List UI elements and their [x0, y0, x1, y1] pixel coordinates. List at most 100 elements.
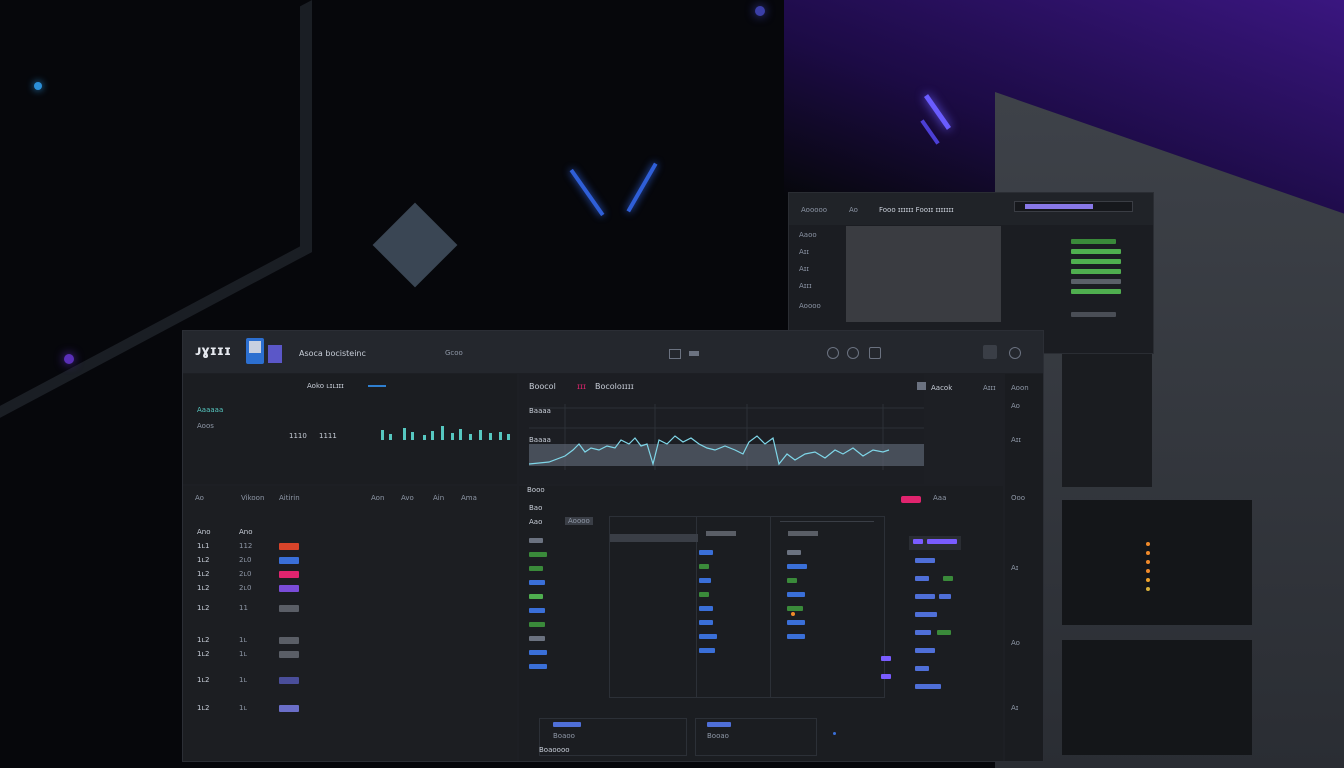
- settings-icon[interactable]: [827, 347, 839, 359]
- value-column: [699, 550, 739, 653]
- right-column-item[interactable]: Ao: [1011, 639, 1020, 647]
- row-id: 1ʟ1: [197, 542, 210, 550]
- row-id: 1ʟ2: [197, 584, 210, 592]
- column-header[interactable]: Aitirin: [279, 494, 300, 502]
- chart-panel: Boocol ɪɪɪ Bocoloɪɪɪɪ Baaaa Baaaa: [519, 374, 924, 484]
- right-column-item[interactable]: Aoon: [1011, 384, 1029, 392]
- line-chart: [529, 404, 924, 470]
- search-input[interactable]: [1014, 201, 1133, 212]
- detail-panel: Booo Bao Aao Aoooo Aaa Boaoo Booao Boaoo…: [519, 486, 1003, 761]
- table-row[interactable]: Ano Ano: [183, 528, 517, 542]
- table-row[interactable]: 1ʟ2 1ʟ: [183, 636, 517, 650]
- column-header[interactable]: Ama: [461, 494, 477, 502]
- chart-y-label: Baaaa: [529, 407, 551, 415]
- detail-heading: Booo: [527, 486, 545, 494]
- table-row[interactable]: 1ʟ1 112: [183, 542, 517, 556]
- table-row[interactable]: 1ʟ2 1ʟ: [183, 676, 517, 690]
- minimize-icon[interactable]: [689, 351, 699, 356]
- side-panel: [1062, 500, 1252, 625]
- glow-dot: [64, 354, 74, 364]
- row-code: 1ʟ: [239, 676, 248, 684]
- secondary-window-title: Fooo ɪɪɪɪɪɪ Fooɪɪ ɪɪɪɪɪɪɪ: [879, 206, 954, 214]
- footer-label: Booao: [707, 732, 729, 740]
- stats-panel: Aoko ʟɪʟɪɪɪ Aaaaaa Aoos 1110 1111: [183, 374, 517, 484]
- table-row[interactable]: 1ʟ2 2ʟ0: [183, 556, 517, 570]
- metric-label: Aaaaaa: [197, 406, 224, 414]
- row-code: 1ʟ: [239, 704, 248, 712]
- sidebar-item[interactable]: Aɪɪɪ: [799, 282, 839, 290]
- expand-icon[interactable]: [983, 345, 997, 359]
- chart-tab[interactable]: Bocoloɪɪɪɪ: [595, 382, 634, 391]
- row-code: 1ʟ: [239, 650, 248, 658]
- row-code: 2ʟ0: [239, 584, 252, 592]
- right-column-item[interactable]: Aɪ: [1011, 564, 1018, 572]
- page-title: Asoca bocisteinc: [299, 349, 366, 358]
- sidebar-item[interactable]: Aɪɪ: [799, 248, 839, 256]
- user-icon[interactable]: [847, 347, 859, 359]
- column-header[interactable]: Avo: [401, 494, 414, 502]
- row-id: 1ʟ2: [197, 650, 210, 658]
- right-column-item[interactable]: Aɪɪ: [1011, 436, 1021, 444]
- notification-icon[interactable]: [869, 347, 881, 359]
- secondary-sidebar: Aaoo Aɪɪ Aɪɪ Aɪɪɪ Aoooo: [799, 231, 839, 310]
- chart-legend: Baaaa: [529, 436, 551, 444]
- column-header[interactable]: Ao: [195, 494, 204, 502]
- table-header: Ao Vikoon Aitirin Aon Avo Ain Ama: [183, 494, 517, 506]
- chart-tab[interactable]: ɪɪɪ: [577, 382, 586, 391]
- table-row[interactable]: 1ʟ2 1ʟ: [183, 650, 517, 664]
- detail-tab[interactable]: Aao: [529, 518, 542, 526]
- tab-2[interactable]: Ao: [849, 206, 858, 214]
- tab-1[interactable]: Aooooo: [801, 206, 827, 214]
- mini-bar-chart: [375, 414, 515, 440]
- row-code: 11: [239, 604, 248, 612]
- status-dots: [1146, 542, 1150, 602]
- row-code: 1ʟ: [239, 636, 248, 644]
- window-icon[interactable]: [669, 349, 681, 359]
- sidebar-item[interactable]: Aoooo: [799, 302, 839, 310]
- table-row[interactable]: 1ʟ2 1ʟ: [183, 704, 517, 718]
- main-window: ᴊɣɪɪɪ Asoca bocisteinc Gcoo Aoko ʟɪʟɪɪɪ …: [182, 330, 1044, 762]
- side-panel: [1062, 640, 1252, 755]
- table-row[interactable]: 1ʟ2 2ʟ0: [183, 584, 517, 598]
- right-column-item[interactable]: Aɪ: [1011, 704, 1018, 712]
- close-icon[interactable]: [1009, 347, 1021, 359]
- footer-label: Boaoooo: [539, 746, 570, 754]
- color-swatch: [279, 605, 299, 612]
- right-column: Aoon Ao Aɪɪ Ooo Aɪ Ao Aɪ: [1005, 374, 1043, 761]
- value-column: [787, 550, 827, 639]
- color-swatch: [279, 571, 299, 578]
- stats-heading: Aoko ʟɪʟɪɪɪ: [307, 382, 344, 390]
- column-header[interactable]: Ain: [433, 494, 444, 502]
- status-badge[interactable]: [901, 496, 921, 503]
- tag-list: [1071, 239, 1131, 317]
- sidebar-item[interactable]: Aaoo: [799, 231, 839, 239]
- table-row[interactable]: 1ʟ2 2ʟ0: [183, 570, 517, 584]
- row-code: 2ʟ0: [239, 570, 252, 578]
- right-column-item[interactable]: Ao: [1011, 402, 1020, 410]
- detail-sub: Bao: [529, 504, 543, 512]
- column-header[interactable]: Aon: [371, 494, 384, 502]
- metric-label: Aoos: [197, 422, 214, 430]
- side-panel: [1062, 352, 1152, 487]
- accent-line: [368, 385, 386, 387]
- row-code: 112: [239, 542, 253, 550]
- table-row[interactable]: 1ʟ2 11: [183, 604, 517, 618]
- app-logo: ᴊɣɪɪɪ: [195, 344, 232, 359]
- row-id: 1ʟ2: [197, 570, 210, 578]
- row-code: Ano: [239, 528, 253, 536]
- detail-tab[interactable]: Aoooo: [565, 517, 593, 525]
- secondary-window-header: Aooooo Ao Fooo ɪɪɪɪɪɪ Fooɪɪ ɪɪɪɪɪɪɪ: [789, 193, 1153, 225]
- chart-tab[interactable]: Boocol: [529, 382, 556, 391]
- column-header[interactable]: Vikoon: [241, 494, 264, 502]
- color-swatch: [279, 677, 299, 684]
- preview-area: [846, 226, 1001, 322]
- detail-grid: [609, 516, 885, 698]
- background-diamond: [372, 202, 458, 288]
- checkbox-icon[interactable]: [917, 382, 926, 390]
- right-panel-label: Aɪɪɪ: [983, 384, 996, 392]
- page-subtitle: Gcoo: [445, 349, 463, 357]
- neon-line: [569, 168, 605, 217]
- search-highlight: [1025, 204, 1093, 209]
- right-column-item[interactable]: Ooo: [1011, 494, 1025, 502]
- sidebar-item[interactable]: Aɪɪ: [799, 265, 839, 273]
